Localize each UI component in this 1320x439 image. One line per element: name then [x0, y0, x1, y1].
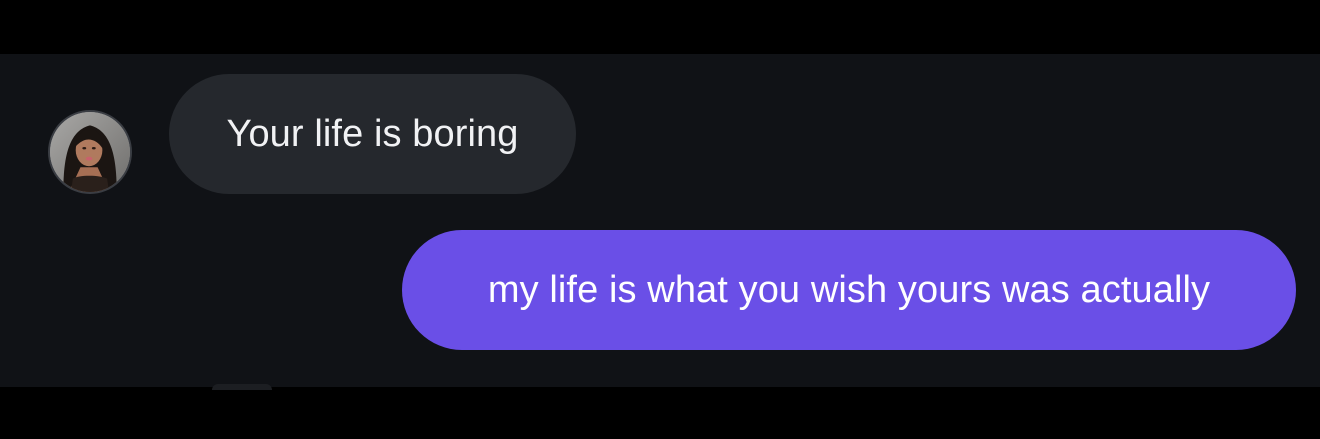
received-message-text: Your life is boring: [226, 113, 519, 155]
sent-message-bubble[interactable]: my life is what you wish yours was actua…: [402, 230, 1296, 350]
next-message-edge: [212, 384, 272, 390]
message-thread[interactable]: Your life is boring my life is what you …: [0, 54, 1320, 390]
sent-message-text: my life is what you wish yours was actua…: [487, 269, 1211, 311]
screenshot-frame: Your life is boring my life is what you …: [0, 0, 1320, 439]
contact-avatar[interactable]: [48, 110, 132, 194]
received-message-bubble[interactable]: Your life is boring: [169, 74, 576, 194]
avatar-photo-icon: [50, 112, 130, 192]
